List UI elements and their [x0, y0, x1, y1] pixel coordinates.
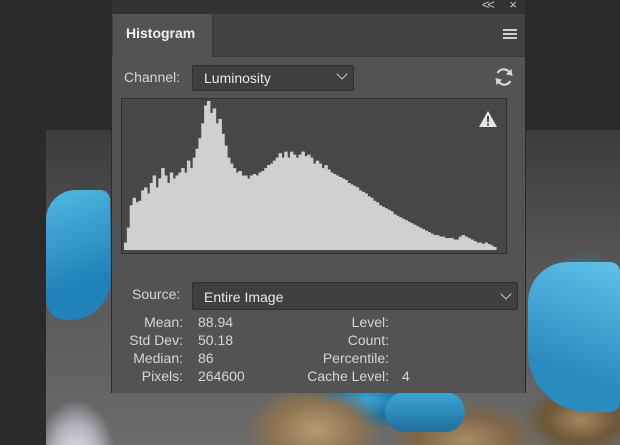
- level-label: Level:: [351, 314, 389, 330]
- collapse-panel-button[interactable]: <<: [482, 0, 495, 12]
- histogram-bar: [493, 247, 497, 250]
- canvas-photo-glove-bottom: [385, 392, 465, 432]
- channel-dropdown-value: Luminosity: [204, 70, 271, 86]
- mean-value: 88.94: [198, 314, 234, 330]
- std-dev-value: 50.18: [198, 332, 234, 348]
- count-label: Count:: [347, 332, 389, 348]
- percentile-label: Percentile:: [322, 350, 389, 366]
- histogram-plot: [124, 101, 497, 250]
- hamburger-menu-icon[interactable]: [503, 29, 517, 40]
- median-label: Median:: [133, 350, 183, 366]
- panel-titlebar[interactable]: << ×: [112, 0, 525, 14]
- chevron-down-icon: [336, 68, 348, 80]
- source-dropdown[interactable]: Entire Image: [192, 282, 518, 310]
- pixels-label: Pixels:: [141, 368, 183, 384]
- cache-level-label: Cache Level:: [307, 368, 389, 384]
- channel-label: Channel:: [124, 69, 181, 85]
- close-panel-button[interactable]: ×: [509, 0, 517, 12]
- statistics-block: Mean: 88.94 Std Dev: 50.18 Median: 86 Pi…: [112, 314, 527, 384]
- panel-tabbar: Histogram: [112, 14, 525, 57]
- source-label: Source:: [132, 286, 181, 302]
- channel-dropdown[interactable]: Luminosity: [192, 65, 354, 91]
- chevron-down-icon: [500, 288, 512, 300]
- pixels-value: 264600: [198, 368, 245, 384]
- warning-triangle-icon[interactable]: [478, 110, 498, 128]
- tab-histogram[interactable]: Histogram: [113, 14, 213, 57]
- histogram-graph: [121, 98, 507, 254]
- cache-level-value: 4: [402, 368, 410, 384]
- histogram-panel: << × Histogram Channel: Luminosity Sourc…: [111, 0, 526, 393]
- std-dev-label: Std Dev:: [129, 332, 183, 348]
- mean-label: Mean:: [144, 314, 183, 330]
- source-dropdown-value: Entire Image: [204, 289, 284, 305]
- median-value: 86: [198, 350, 214, 366]
- canvas-photo-glove-left: [46, 190, 110, 320]
- canvas-photo-glove-right: [528, 262, 620, 412]
- refresh-icon[interactable]: [493, 66, 515, 88]
